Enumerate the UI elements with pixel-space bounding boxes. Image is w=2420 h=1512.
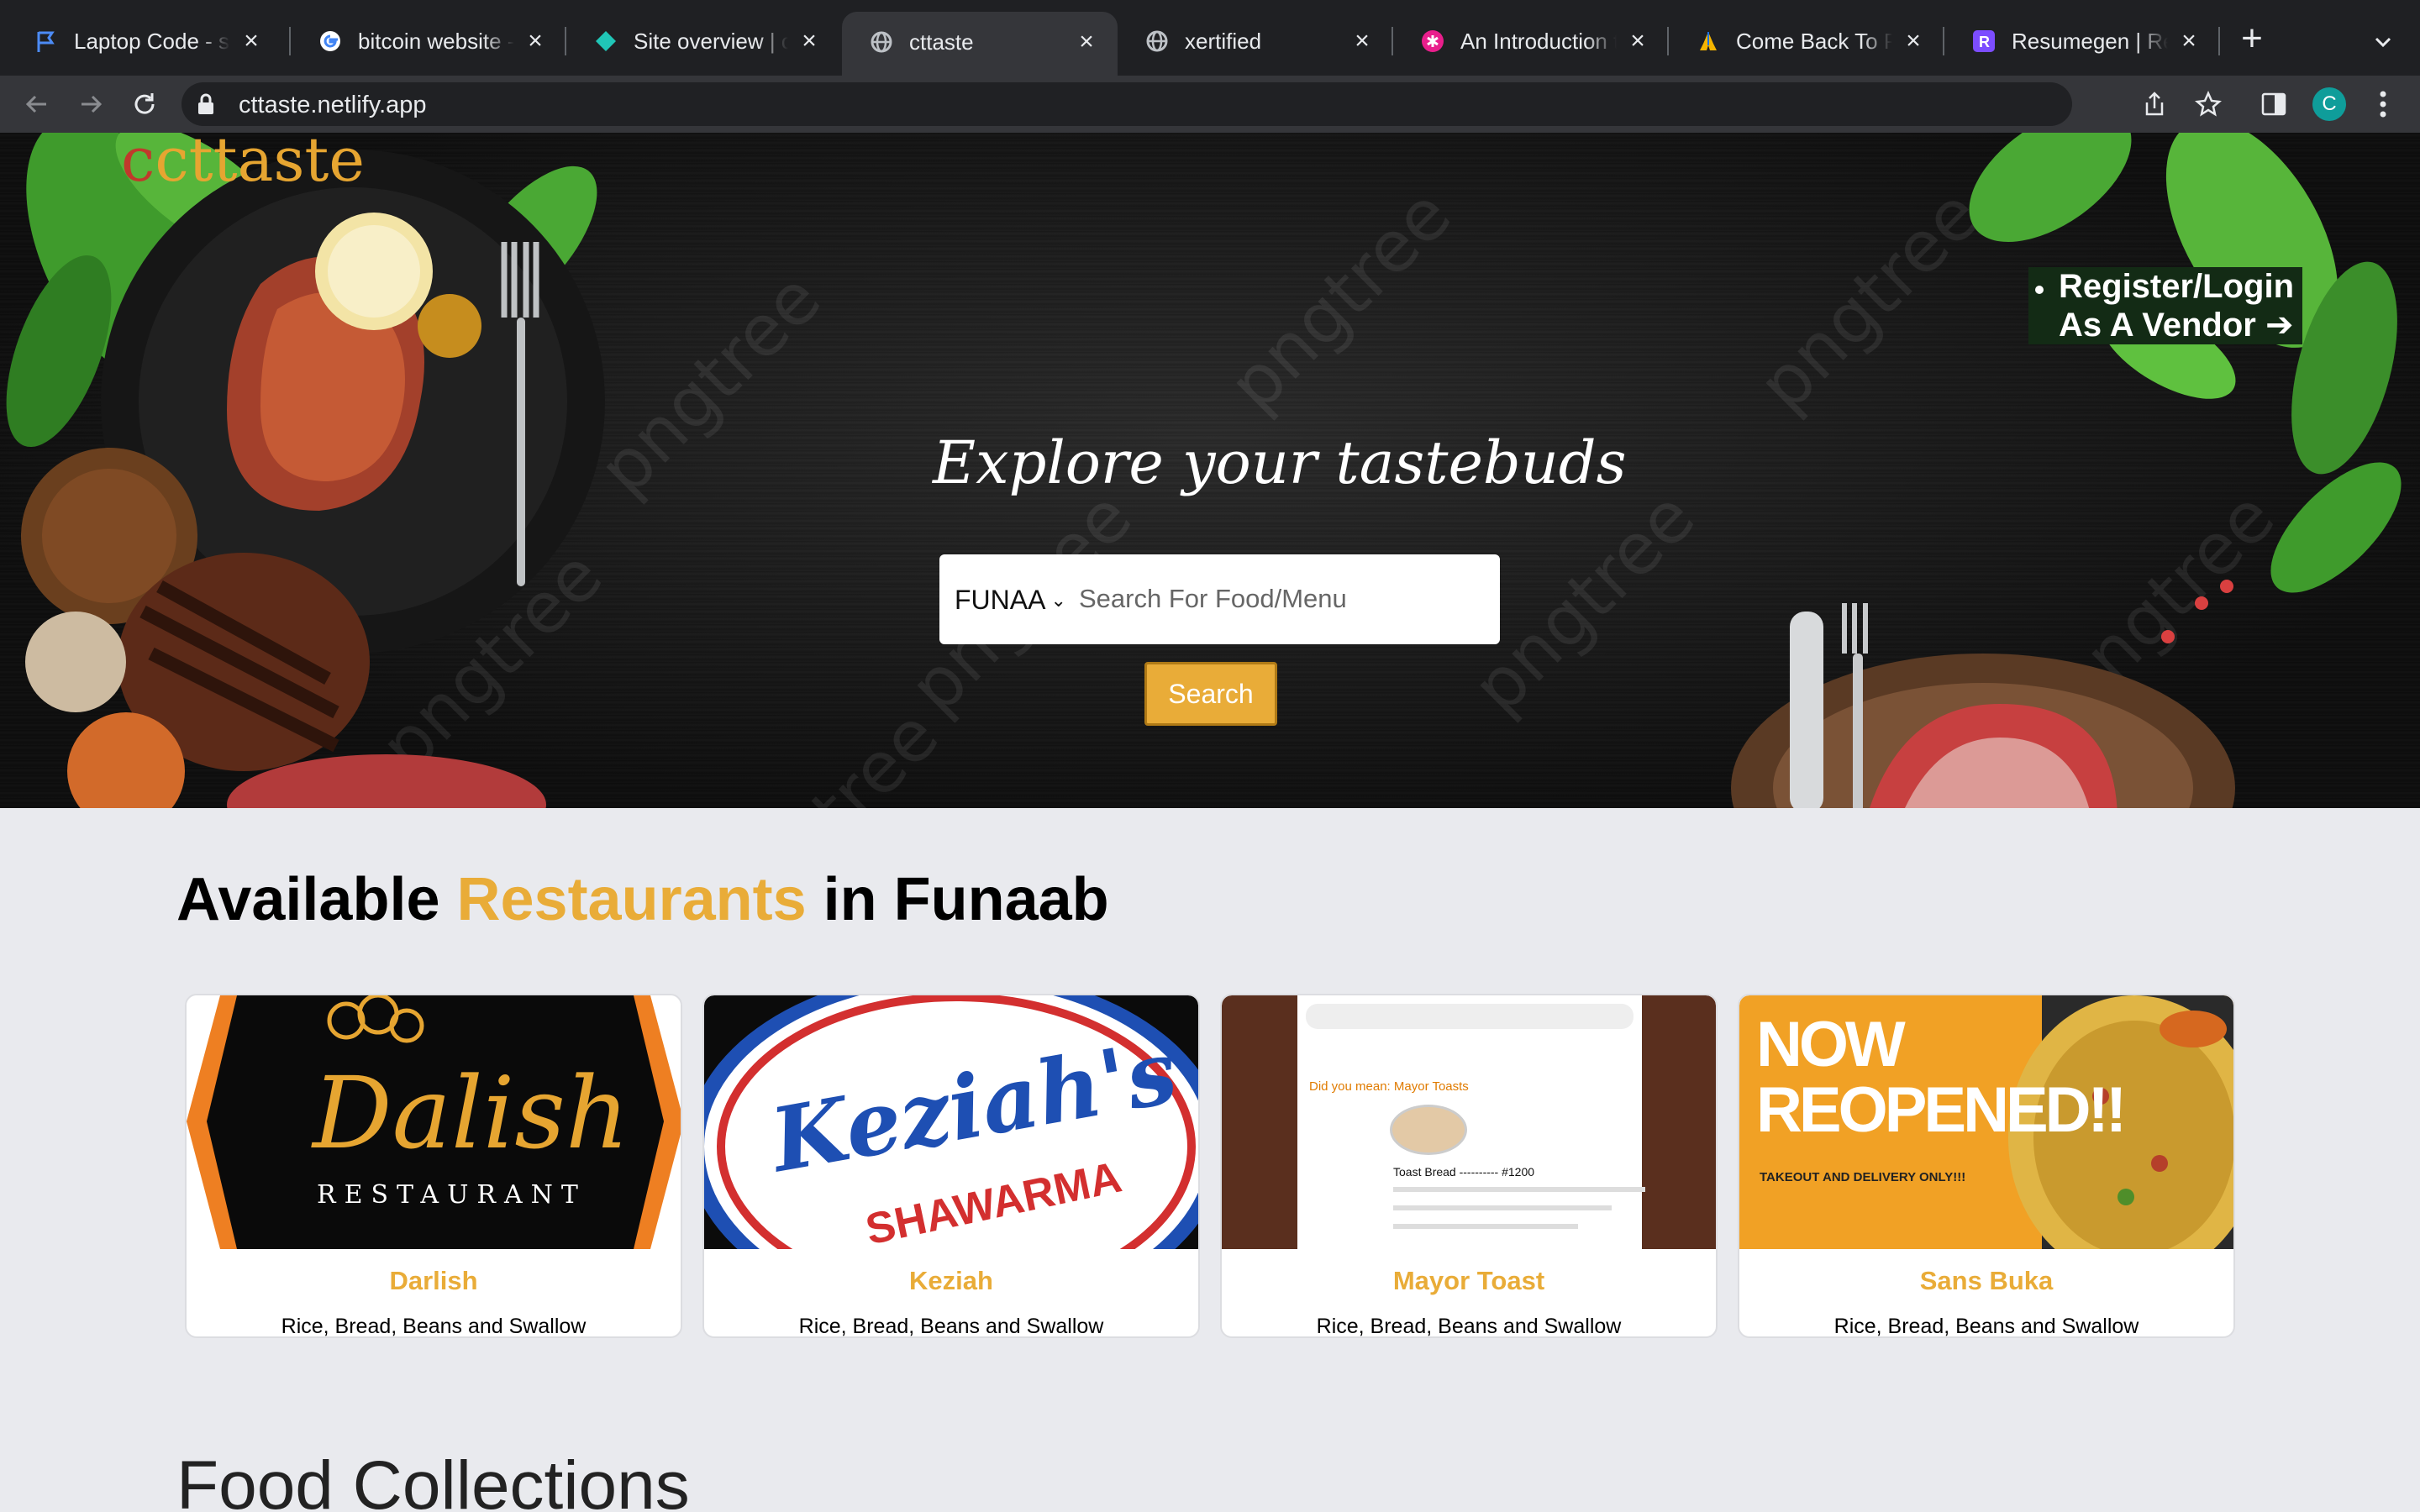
section-title-food-collections: Food Collections — [176, 1447, 690, 1512]
darlish-logo-text: Dalish — [313, 1055, 629, 1171]
food-illustration-right — [1731, 133, 2402, 808]
sans-buka-logo-text: NOW REOPENED!! — [1756, 1009, 2127, 1146]
restaurant-name: Mayor Toast — [1392, 1266, 1545, 1295]
profile-avatar[interactable]: C — [2309, 84, 2349, 124]
lock-icon[interactable] — [197, 93, 215, 119]
title-part-1: Available — [176, 866, 457, 933]
restaurant-image: Did you mean: Mayor Toasts Toast Bread -… — [1222, 995, 1716, 1249]
tab-title: Laptop Code - sol — [74, 28, 230, 54]
restaurant-name: Sans Buka — [1919, 1266, 2054, 1295]
close-icon[interactable]: × — [2176, 27, 2202, 55]
new-tab-button[interactable]: + — [2233, 20, 2270, 59]
more-vert-icon[interactable] — [2363, 84, 2403, 124]
restaurant-image: Dalish RESTAURANT — [187, 995, 681, 1249]
tab-title: bitcoin website - G — [358, 28, 514, 54]
restaurant-name: Keziah — [909, 1266, 993, 1295]
star-icon[interactable] — [2188, 84, 2228, 124]
google-icon — [318, 29, 343, 54]
screenshot-panel: Did you mean: Mayor Toasts Toast Bread -… — [1297, 995, 1645, 1249]
tab-come-back[interactable]: Come Back To Por × — [1669, 15, 1944, 67]
r-logo-icon: R — [1971, 29, 1996, 54]
tab-search-chevron-icon[interactable] — [2366, 25, 2400, 59]
vendor-line-2: As A Vendor ➔ — [2059, 307, 2294, 344]
tab-introduction[interactable]: An Introduction to × — [1393, 15, 1669, 67]
restaurant-description: Rice, Bread, Beans and Swallow — [1833, 1315, 2139, 1338]
tab-title: xertified — [1185, 28, 1262, 54]
pray-icon — [1696, 29, 1721, 54]
chevron-down-icon: ⌄ — [1050, 589, 1066, 611]
share-icon[interactable] — [2134, 84, 2175, 124]
flag-icon — [34, 29, 59, 54]
tab-xertified[interactable]: xertified × — [1118, 15, 1393, 67]
title-highlight: Restaurants — [456, 866, 807, 933]
vendor-line-1: Register/Login — [2059, 268, 2295, 305]
search-input[interactable] — [1079, 575, 1482, 623]
hero-title: Explore your tastebuds — [933, 428, 1627, 497]
netlify-icon — [593, 29, 618, 54]
tab-site-overview[interactable]: Site overview | ctt × — [566, 15, 840, 67]
tab-bitcoin-website[interactable]: bitcoin website - G × — [291, 15, 566, 67]
browser-toolbar: cttaste.netlify.app C — [0, 76, 2420, 133]
forward-arrow-icon[interactable] — [71, 84, 111, 124]
location-select[interactable]: FUNAA ⌄ — [955, 585, 1066, 616]
sans-buka-logo-sub: TAKEOUT AND DELIVERY ONLY!!! — [1760, 1170, 1966, 1184]
back-arrow-icon[interactable] — [17, 84, 57, 124]
restaurant-description: Rice, Bread, Beans and Swallow — [281, 1315, 587, 1338]
text-line-image — [1393, 1224, 1578, 1229]
text-line-image — [1393, 1187, 1645, 1192]
tab-title: Site overview | ctt — [634, 28, 788, 54]
close-icon[interactable]: × — [523, 27, 548, 55]
tab-separator — [2218, 27, 2220, 55]
search-button[interactable]: Search — [1144, 662, 1277, 726]
tab-laptop-code[interactable]: Laptop Code - sol × — [7, 15, 282, 67]
restaurant-description: Rice, Bread, Beans and Swallow — [1316, 1315, 1622, 1338]
location-value: FUNAA — [955, 585, 1046, 615]
globe-icon — [1144, 29, 1170, 54]
reload-icon[interactable] — [124, 84, 165, 124]
toast-plate-image — [1390, 1105, 1467, 1155]
side-panel-icon[interactable] — [2254, 84, 2294, 124]
title-part-2: in Funaab — [806, 866, 1109, 933]
close-icon[interactable]: × — [1074, 28, 1099, 55]
address-bar[interactable]: cttaste.netlify.app — [182, 82, 2072, 126]
svg-text:R: R — [1979, 34, 1990, 50]
close-icon[interactable]: × — [1901, 27, 1926, 55]
restaurant-name: Darlish — [389, 1266, 478, 1295]
vendor-login-link[interactable]: Register/Login As A Vendor ➔ — [2028, 267, 2302, 344]
text-line-image — [1393, 1205, 1612, 1210]
food-illustration-left — [6, 133, 605, 808]
profile-initial: C — [2312, 87, 2346, 121]
asterisk-icon — [1420, 29, 1445, 54]
darlish-logo-sub: RESTAURANT — [317, 1180, 587, 1210]
tab-title: Come Back To Por — [1736, 28, 1892, 54]
mayor-toast-logo-text: Did you mean: Mayor Toasts — [1309, 1079, 1469, 1094]
close-icon[interactable]: × — [1349, 27, 1375, 55]
close-icon[interactable]: × — [1625, 27, 1650, 55]
tab-strip: Laptop Code - sol × bitcoin website - G … — [0, 0, 2420, 76]
search-bar-image — [1306, 1004, 1634, 1029]
restaurant-card-keziah[interactable]: Keziah's SHAWARMA Keziah Rice, Bread, Be… — [702, 994, 1200, 1338]
hero-banner: pngtree pngtree pngtree pngtree pngtree … — [0, 133, 2420, 808]
search-box: FUNAA ⌄ — [939, 554, 1500, 644]
url-text[interactable]: cttaste.netlify.app — [239, 92, 427, 119]
site-logo[interactable]: ccttaste — [121, 133, 365, 192]
tab-title: cttaste — [909, 29, 974, 55]
mayor-toast-logo-sub: Toast Bread ---------- #1200 — [1393, 1165, 1535, 1179]
close-icon[interactable]: × — [797, 27, 822, 55]
tab-cttaste[interactable]: cttaste × — [842, 12, 1118, 76]
restaurant-image: Keziah's SHAWARMA — [704, 995, 1198, 1249]
tab-resumegen[interactable]: R Resumegen | Resu × — [1944, 15, 2220, 67]
section-title-restaurants: Available Restaurants in Funaab — [176, 865, 1109, 934]
bullet-icon — [2035, 286, 2044, 294]
close-icon[interactable]: × — [239, 27, 264, 55]
restaurant-image: NOW REOPENED!! TAKEOUT AND DELIVERY ONLY… — [1739, 995, 2233, 1249]
globe-icon — [869, 29, 894, 55]
restaurant-card-darlish[interactable]: Dalish RESTAURANT Darlish Rice, Bread, B… — [185, 994, 682, 1338]
restaurant-description: Rice, Bread, Beans and Swallow — [798, 1315, 1104, 1338]
tab-title: Resumegen | Resu — [2012, 28, 2168, 54]
restaurant-card-sans-buka[interactable]: NOW REOPENED!! TAKEOUT AND DELIVERY ONLY… — [1738, 994, 2235, 1338]
tab-title: An Introduction to — [1460, 28, 1617, 54]
restaurant-card-mayor-toast[interactable]: Did you mean: Mayor Toasts Toast Bread -… — [1220, 994, 1718, 1338]
logo-text: cttaste — [155, 133, 365, 195]
